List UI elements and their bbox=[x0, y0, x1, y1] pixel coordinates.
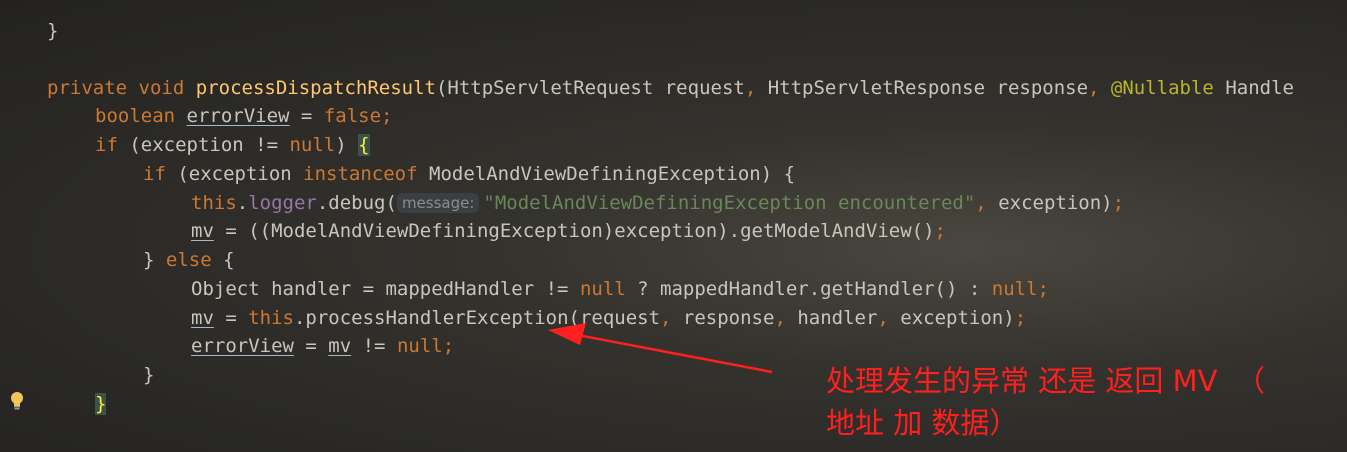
annotation-line-2: 地址 加 数据） bbox=[826, 406, 1019, 440]
annotation-line-1: 处理发生的异常 还是 返回 MV （ bbox=[826, 364, 1265, 398]
annotation-text: 处理发生的异常 还是 返回 MV （ 地址 加 数据） bbox=[826, 360, 1265, 444]
